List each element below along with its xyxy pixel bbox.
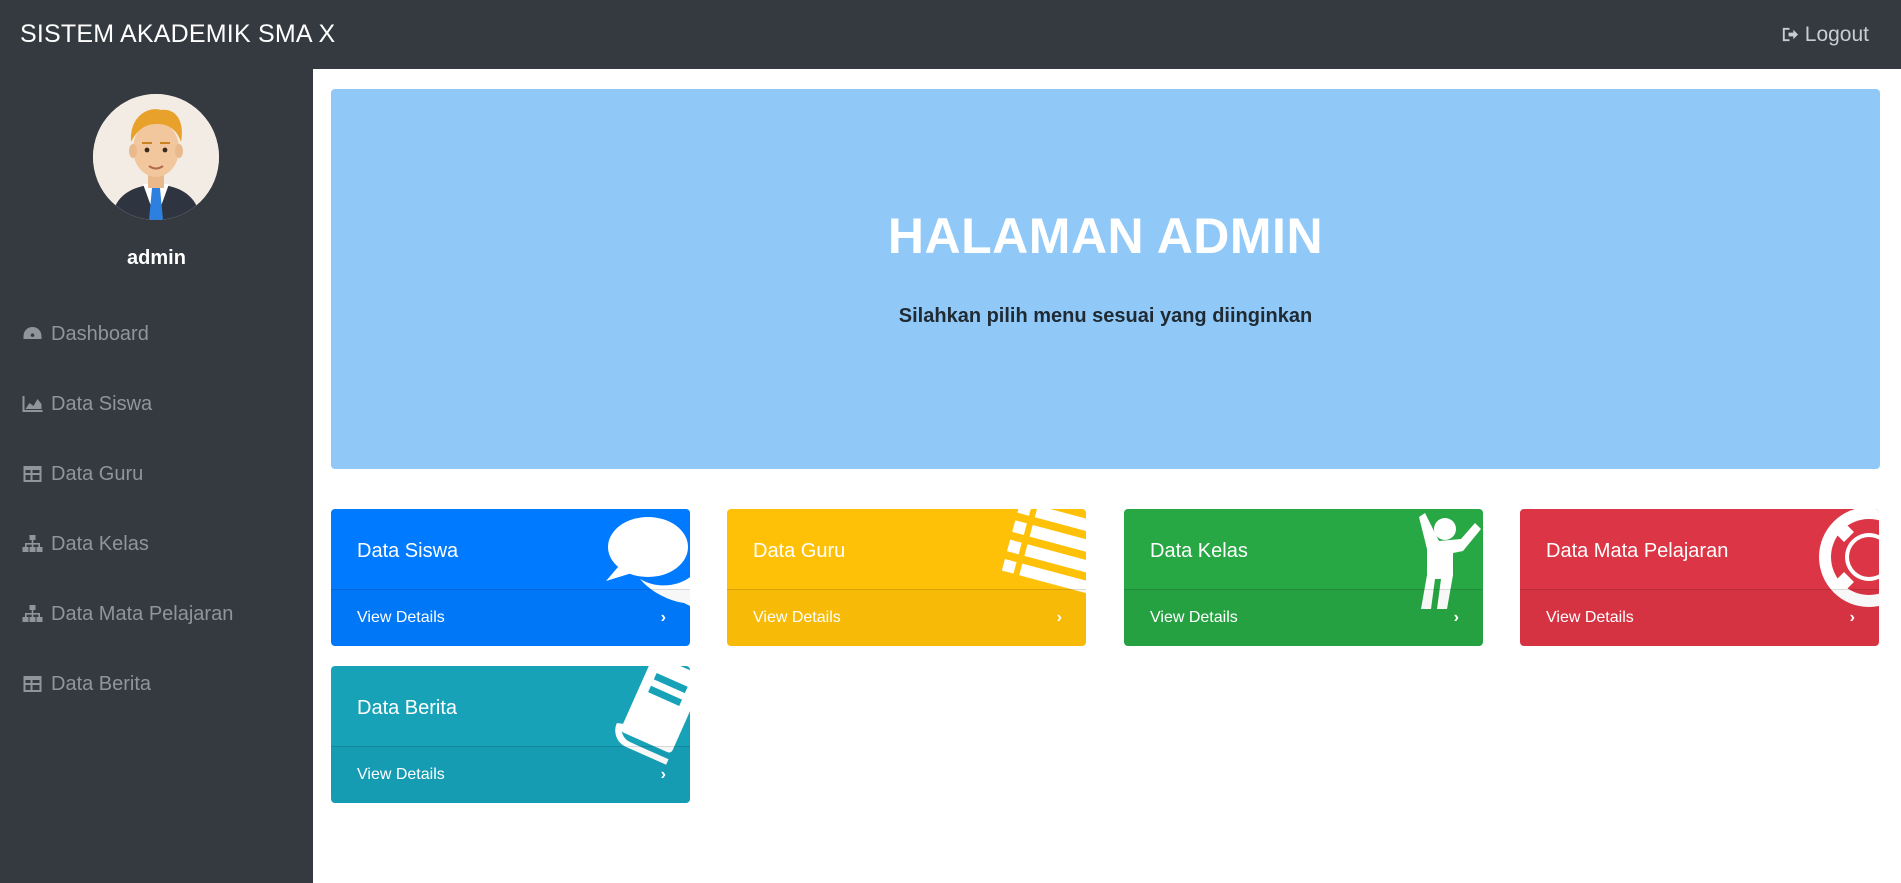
sidebar-item-label: Data Berita [51,672,152,695]
chevron-right-icon: › [660,766,666,783]
view-details-label: View Details [357,766,445,783]
table-icon [23,676,42,692]
chevron-right-icon: › [1453,609,1459,626]
logout-label: Logout [1804,22,1869,46]
page-subtitle: Silahkan pilih menu sesuai yang diingink… [898,305,1313,327]
card-data-kelas[interactable]: Data Kelas View Details › [1124,509,1483,646]
view-details-label: View Details [1546,609,1634,626]
sidebar-item-data-siswa[interactable]: Data Siswa [0,369,313,439]
sitemap-icon [22,535,43,552]
view-details-label: View Details [753,609,841,626]
card-title: Data Kelas [1150,540,1248,562]
dashboard-icon [23,327,42,339]
sidebar: admin Dashboard Data Siswa Data Guru Dat… [0,69,313,883]
card-data-guru[interactable]: Data Guru View Details › [727,509,1086,646]
sidebar-item-data-mata-pelajaran[interactable]: Data Mata Pelajaran [0,579,313,649]
chevron-right-icon: › [1849,609,1855,626]
card-data-berita[interactable]: Data Berita View Details › [331,666,690,803]
view-details-link[interactable]: View Details › [331,589,690,646]
table-icon [23,466,42,482]
area-chart-icon [22,396,43,412]
sidebar-item-data-guru[interactable]: Data Guru [0,439,313,509]
card-title: Data Berita [357,697,458,719]
logout-link[interactable]: Logout [1780,23,1901,47]
username: admin [127,247,186,269]
view-details-link[interactable]: View Details › [1520,589,1879,646]
sidebar-item-dashboard[interactable]: Dashboard [0,299,313,369]
card-data-siswa[interactable]: Data Siswa View Details › [331,509,690,646]
app-brand[interactable]: SISTEM AKADEMIK SMA X [0,20,335,49]
card-title: Data Siswa [357,540,459,562]
view-details-link[interactable]: View Details › [1124,589,1483,646]
sidebar-item-label: Data Guru [51,462,144,485]
sign-out-icon [1782,27,1798,42]
view-details-label: View Details [357,609,445,626]
sidebar-item-data-berita[interactable]: Data Berita [0,649,313,719]
sitemap-icon [22,605,43,622]
sidebar-item-label: Dashboard [51,322,149,345]
page-title: HALAMAN ADMIN [887,208,1324,264]
view-details-link[interactable]: View Details › [727,589,1086,646]
card-title: Data Mata Pelajaran [1546,540,1729,562]
view-details-link[interactable]: View Details › [331,746,690,803]
sidebar-menu: Dashboard Data Siswa Data Guru Data Kela… [0,299,313,719]
view-details-label: View Details [1150,609,1238,626]
sidebar-item-label: Data Siswa [51,392,153,415]
chevron-right-icon: › [660,609,666,626]
card-title: Data Guru [753,540,846,562]
avatar [93,94,219,220]
sidebar-item-label: Data Kelas [51,532,149,555]
sidebar-item-label: Data Mata Pelajaran [51,602,234,625]
top-navbar: SISTEM AKADEMIK SMA X Logout [0,0,1901,69]
welcome-banner: HALAMAN ADMIN Silahkan pilih menu sesuai… [331,89,1880,469]
card-data-mata-pelajaran[interactable]: Data Mata Pelajaran View Details › [1520,509,1879,646]
chevron-right-icon: › [1056,609,1062,626]
sidebar-item-data-kelas[interactable]: Data Kelas [0,509,313,579]
